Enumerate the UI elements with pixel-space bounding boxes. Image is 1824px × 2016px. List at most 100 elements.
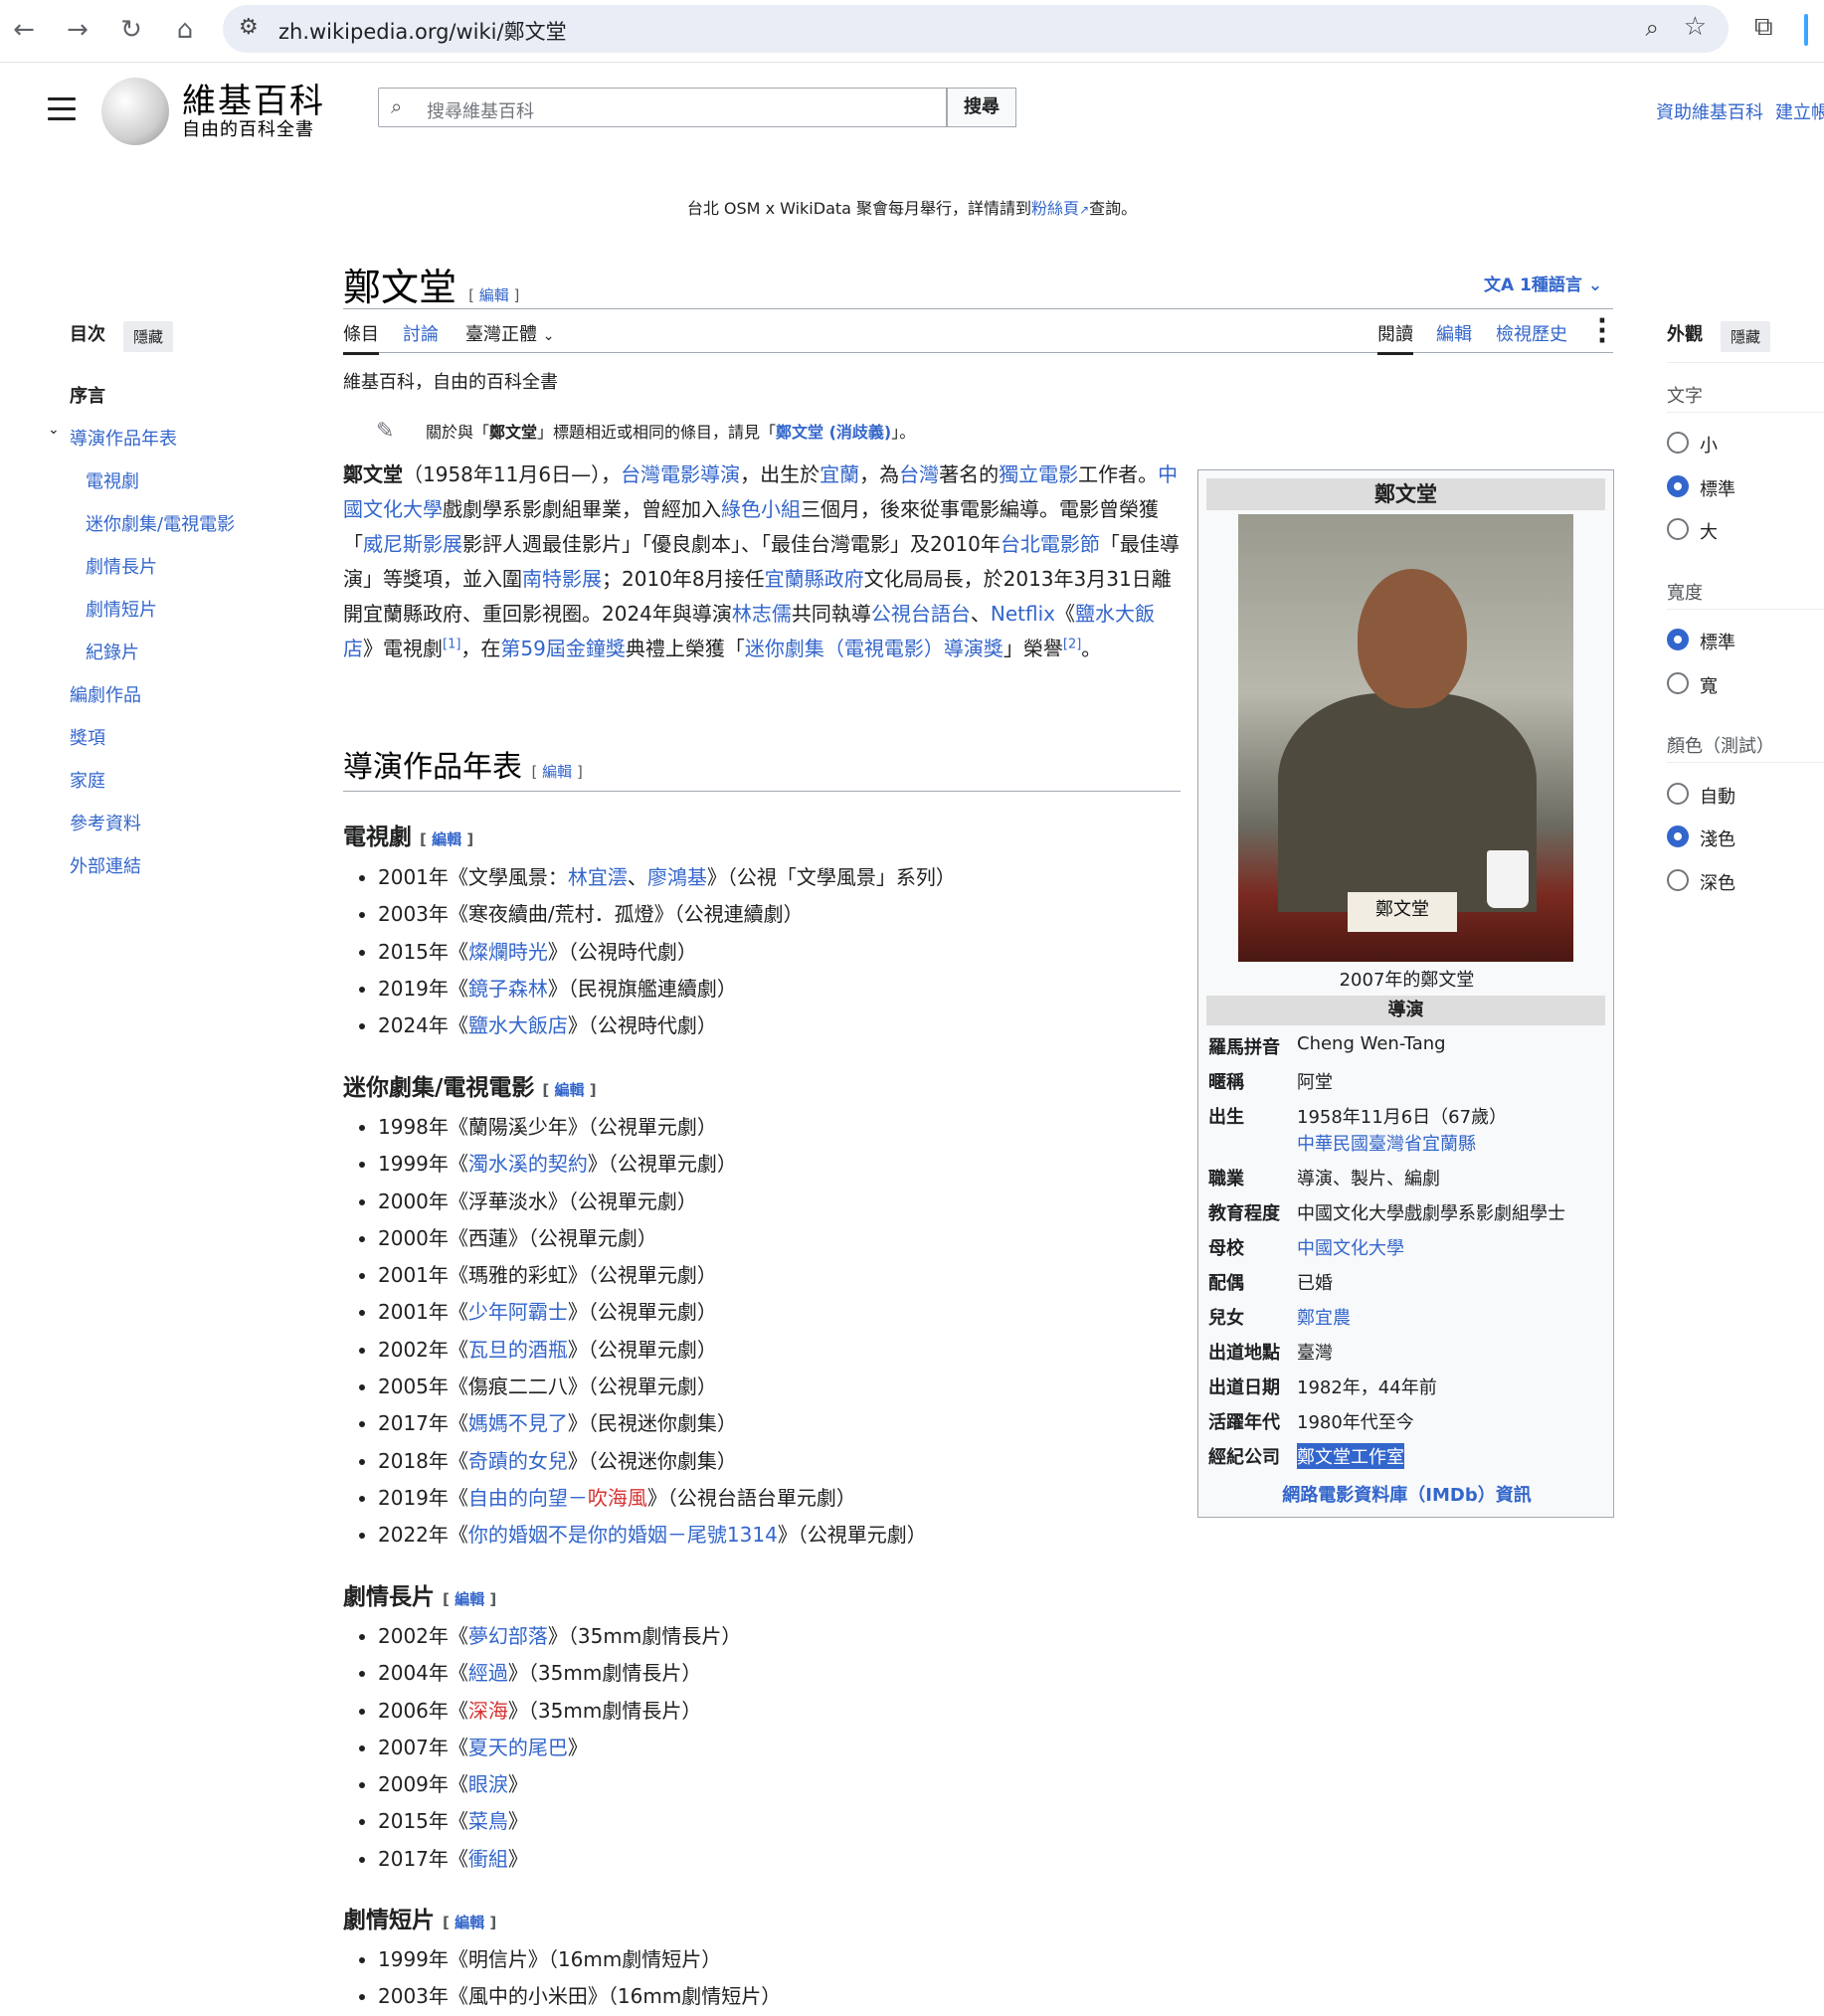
wiki-link[interactable]: 奇蹟的女兒 bbox=[468, 1449, 568, 1473]
width-standard-label[interactable]: 標準 bbox=[1700, 629, 1735, 654]
tab-edit[interactable]: 編輯 bbox=[1436, 320, 1472, 346]
infobox-value[interactable]: 鄭文堂工作室 bbox=[1297, 1443, 1404, 1469]
width-wide-radio[interactable] bbox=[1667, 672, 1689, 694]
wiki-link[interactable]: 台北電影節 bbox=[1001, 532, 1100, 556]
wiki-link[interactable]: 你的婚姻不是你的婚姻－尾號1314 bbox=[468, 1523, 778, 1547]
wiki-link[interactable]: 宜蘭縣政府 bbox=[765, 567, 864, 591]
section-edit-link[interactable]: 編輯 bbox=[455, 1590, 484, 1608]
wiki-link[interactable]: 夢幻部落 bbox=[468, 1624, 548, 1648]
donate-link[interactable]: 資助維基百科 bbox=[1656, 102, 1763, 123]
section-edit-link[interactable]: 編輯 bbox=[432, 830, 461, 848]
portrait-photo[interactable]: 鄭文堂 bbox=[1238, 514, 1573, 962]
wiki-link[interactable]: 鹽水大飯店 bbox=[468, 1013, 568, 1037]
toc-item-external-links[interactable]: 外部連結 bbox=[70, 852, 141, 878]
wiki-link[interactable]: 獨立電影 bbox=[999, 462, 1078, 486]
wikipedia-globe-logo[interactable] bbox=[101, 78, 169, 145]
toc-item-feature[interactable]: 劇情長片 bbox=[86, 553, 157, 579]
section-edit-link[interactable]: 編輯 bbox=[455, 1914, 484, 1931]
create-account-link[interactable]: 建立帳號 bbox=[1775, 102, 1824, 123]
toc-item-references[interactable]: 參考資料 bbox=[70, 810, 141, 835]
toc-item-intro[interactable]: 序言 bbox=[70, 382, 105, 408]
wiki-link[interactable]: 少年阿霸士 bbox=[468, 1300, 568, 1324]
variant-dropdown[interactable]: 臺灣正體 ⌄ bbox=[465, 320, 554, 346]
wiki-link[interactable]: [2] bbox=[1063, 637, 1081, 651]
toc-item-directing[interactable]: 導演作品年表 bbox=[70, 425, 177, 451]
width-standard-radio[interactable] bbox=[1667, 629, 1689, 650]
wiki-link[interactable]: 公視台語台 bbox=[871, 602, 971, 626]
wiki-link[interactable]: 夏天的尾巴 bbox=[468, 1736, 568, 1759]
chevron-down-icon[interactable]: ⌄ bbox=[48, 422, 60, 438]
site-info-icon[interactable]: ⚙ bbox=[239, 15, 259, 40]
bookmark-star-icon[interactable]: ☆ bbox=[1684, 12, 1707, 42]
color-light-radio[interactable] bbox=[1667, 825, 1689, 847]
wiki-link[interactable]: 林宜澐 bbox=[568, 865, 628, 889]
toc-item-tv[interactable]: 電視劇 bbox=[86, 467, 139, 493]
search-input[interactable]: ⌕ 搜尋維基百科 bbox=[378, 88, 947, 127]
tab-article[interactable]: 條目 bbox=[343, 320, 379, 355]
birthplace-link[interactable]: 中華民國臺灣省宜蘭縣 bbox=[1297, 1130, 1476, 1156]
appearance-hide-button[interactable]: 隱藏 bbox=[1721, 321, 1771, 352]
infobox-value[interactable]: 鄭宜農 bbox=[1297, 1304, 1351, 1330]
toc-item-documentary[interactable]: 紀錄片 bbox=[86, 639, 139, 664]
more-tools-icon[interactable]: · · · bbox=[1597, 308, 1607, 354]
wiki-link[interactable]: 林志儒 bbox=[732, 602, 792, 626]
wiki-link[interactable]: 深海 bbox=[468, 1699, 508, 1723]
title-edit-link[interactable]: [ 編輯 ] bbox=[468, 286, 519, 304]
reload-icon[interactable]: ↻ bbox=[113, 12, 149, 48]
fanpage-link[interactable]: 粉絲頁 bbox=[1031, 199, 1079, 218]
back-icon[interactable]: ← bbox=[6, 12, 42, 48]
wiki-link[interactable]: 鏡子森林 bbox=[468, 977, 548, 1001]
imdb-link[interactable]: 網路電影資料庫（IMDb）資訊 bbox=[1198, 1481, 1615, 1507]
text-size-large-label[interactable]: 大 bbox=[1700, 518, 1718, 544]
tab-history[interactable]: 檢視歷史 bbox=[1496, 320, 1567, 346]
wiki-link[interactable]: 綠色小組 bbox=[721, 497, 801, 521]
wiki-link[interactable]: 台灣電影導演 bbox=[621, 462, 740, 486]
wiki-link[interactable]: 第59屆金鐘獎 bbox=[500, 637, 625, 660]
text-size-standard-label[interactable]: 標準 bbox=[1700, 475, 1735, 501]
extensions-icon[interactable]: ⧉ bbox=[1754, 12, 1773, 43]
wiki-link[interactable]: 吹海風 bbox=[588, 1486, 647, 1510]
section-edit-link[interactable]: 編輯 bbox=[555, 1081, 585, 1099]
disambiguation-link[interactable]: 鄭文堂 (消歧義) bbox=[776, 423, 891, 442]
color-dark-label[interactable]: 深色 bbox=[1700, 869, 1735, 895]
wiki-link[interactable]: 自由的向望－ bbox=[468, 1486, 588, 1510]
color-auto-label[interactable]: 自動 bbox=[1700, 783, 1735, 809]
toc-item-awards[interactable]: 獎項 bbox=[70, 724, 105, 750]
tab-talk[interactable]: 討論 bbox=[403, 320, 439, 346]
text-size-large-radio[interactable] bbox=[1667, 518, 1689, 540]
text-size-small-radio[interactable] bbox=[1667, 432, 1689, 454]
wiki-link[interactable]: [1] bbox=[443, 637, 460, 651]
toc-hide-button[interactable]: 隱藏 bbox=[123, 321, 174, 352]
wiki-link[interactable]: 衝組 bbox=[468, 1847, 508, 1871]
forward-icon[interactable]: → bbox=[60, 12, 95, 48]
wiki-link[interactable]: 眼淚 bbox=[468, 1772, 508, 1796]
wiki-link[interactable]: 經過 bbox=[468, 1661, 508, 1685]
home-icon[interactable]: ⌂ bbox=[167, 12, 203, 48]
wiki-link[interactable]: 燦爛時光 bbox=[468, 940, 548, 964]
toc-item-family[interactable]: 家庭 bbox=[70, 767, 105, 793]
wiki-link[interactable]: 濁水溪的契約 bbox=[468, 1152, 588, 1176]
wiki-link[interactable]: 菜鳥 bbox=[468, 1809, 508, 1833]
tab-read[interactable]: 閱讀 bbox=[1377, 320, 1413, 355]
wiki-link[interactable]: 威尼斯影展 bbox=[363, 532, 462, 556]
section-edit-link[interactable]: 編輯 bbox=[542, 763, 572, 781]
color-light-label[interactable]: 淺色 bbox=[1700, 825, 1735, 851]
address-bar[interactable]: ⚙ zh.wikipedia.org/wiki/鄭文堂 ⌕ ☆ bbox=[223, 5, 1729, 53]
color-dark-radio[interactable] bbox=[1667, 869, 1689, 891]
text-size-standard-radio[interactable] bbox=[1667, 475, 1689, 497]
wiki-link[interactable]: 媽媽不見了 bbox=[468, 1411, 568, 1435]
search-button[interactable]: 搜尋 bbox=[947, 88, 1016, 127]
toc-item-short[interactable]: 劇情短片 bbox=[86, 596, 157, 622]
wiki-link[interactable]: 廖鴻基 bbox=[647, 865, 707, 889]
profile-indicator[interactable] bbox=[1804, 14, 1808, 46]
toc-item-writing[interactable]: 編劇作品 bbox=[70, 681, 141, 707]
wiki-link[interactable]: Netflix bbox=[991, 602, 1055, 626]
main-menu-icon[interactable] bbox=[48, 97, 76, 127]
text-size-small-label[interactable]: 小 bbox=[1700, 432, 1718, 458]
wiki-link[interactable]: 瓦旦的酒瓶 bbox=[468, 1338, 568, 1362]
language-button[interactable]: 文A 1種語言 ⌄ bbox=[1484, 271, 1602, 295]
wiki-link[interactable]: 南特影展 bbox=[522, 567, 602, 591]
wiki-link[interactable]: 迷你劇集（電視電影）導演獎 bbox=[745, 637, 1003, 660]
wiki-link[interactable]: 台灣 bbox=[899, 462, 939, 486]
toc-item-mini[interactable]: 迷你劇集/電視電影 bbox=[86, 510, 235, 536]
